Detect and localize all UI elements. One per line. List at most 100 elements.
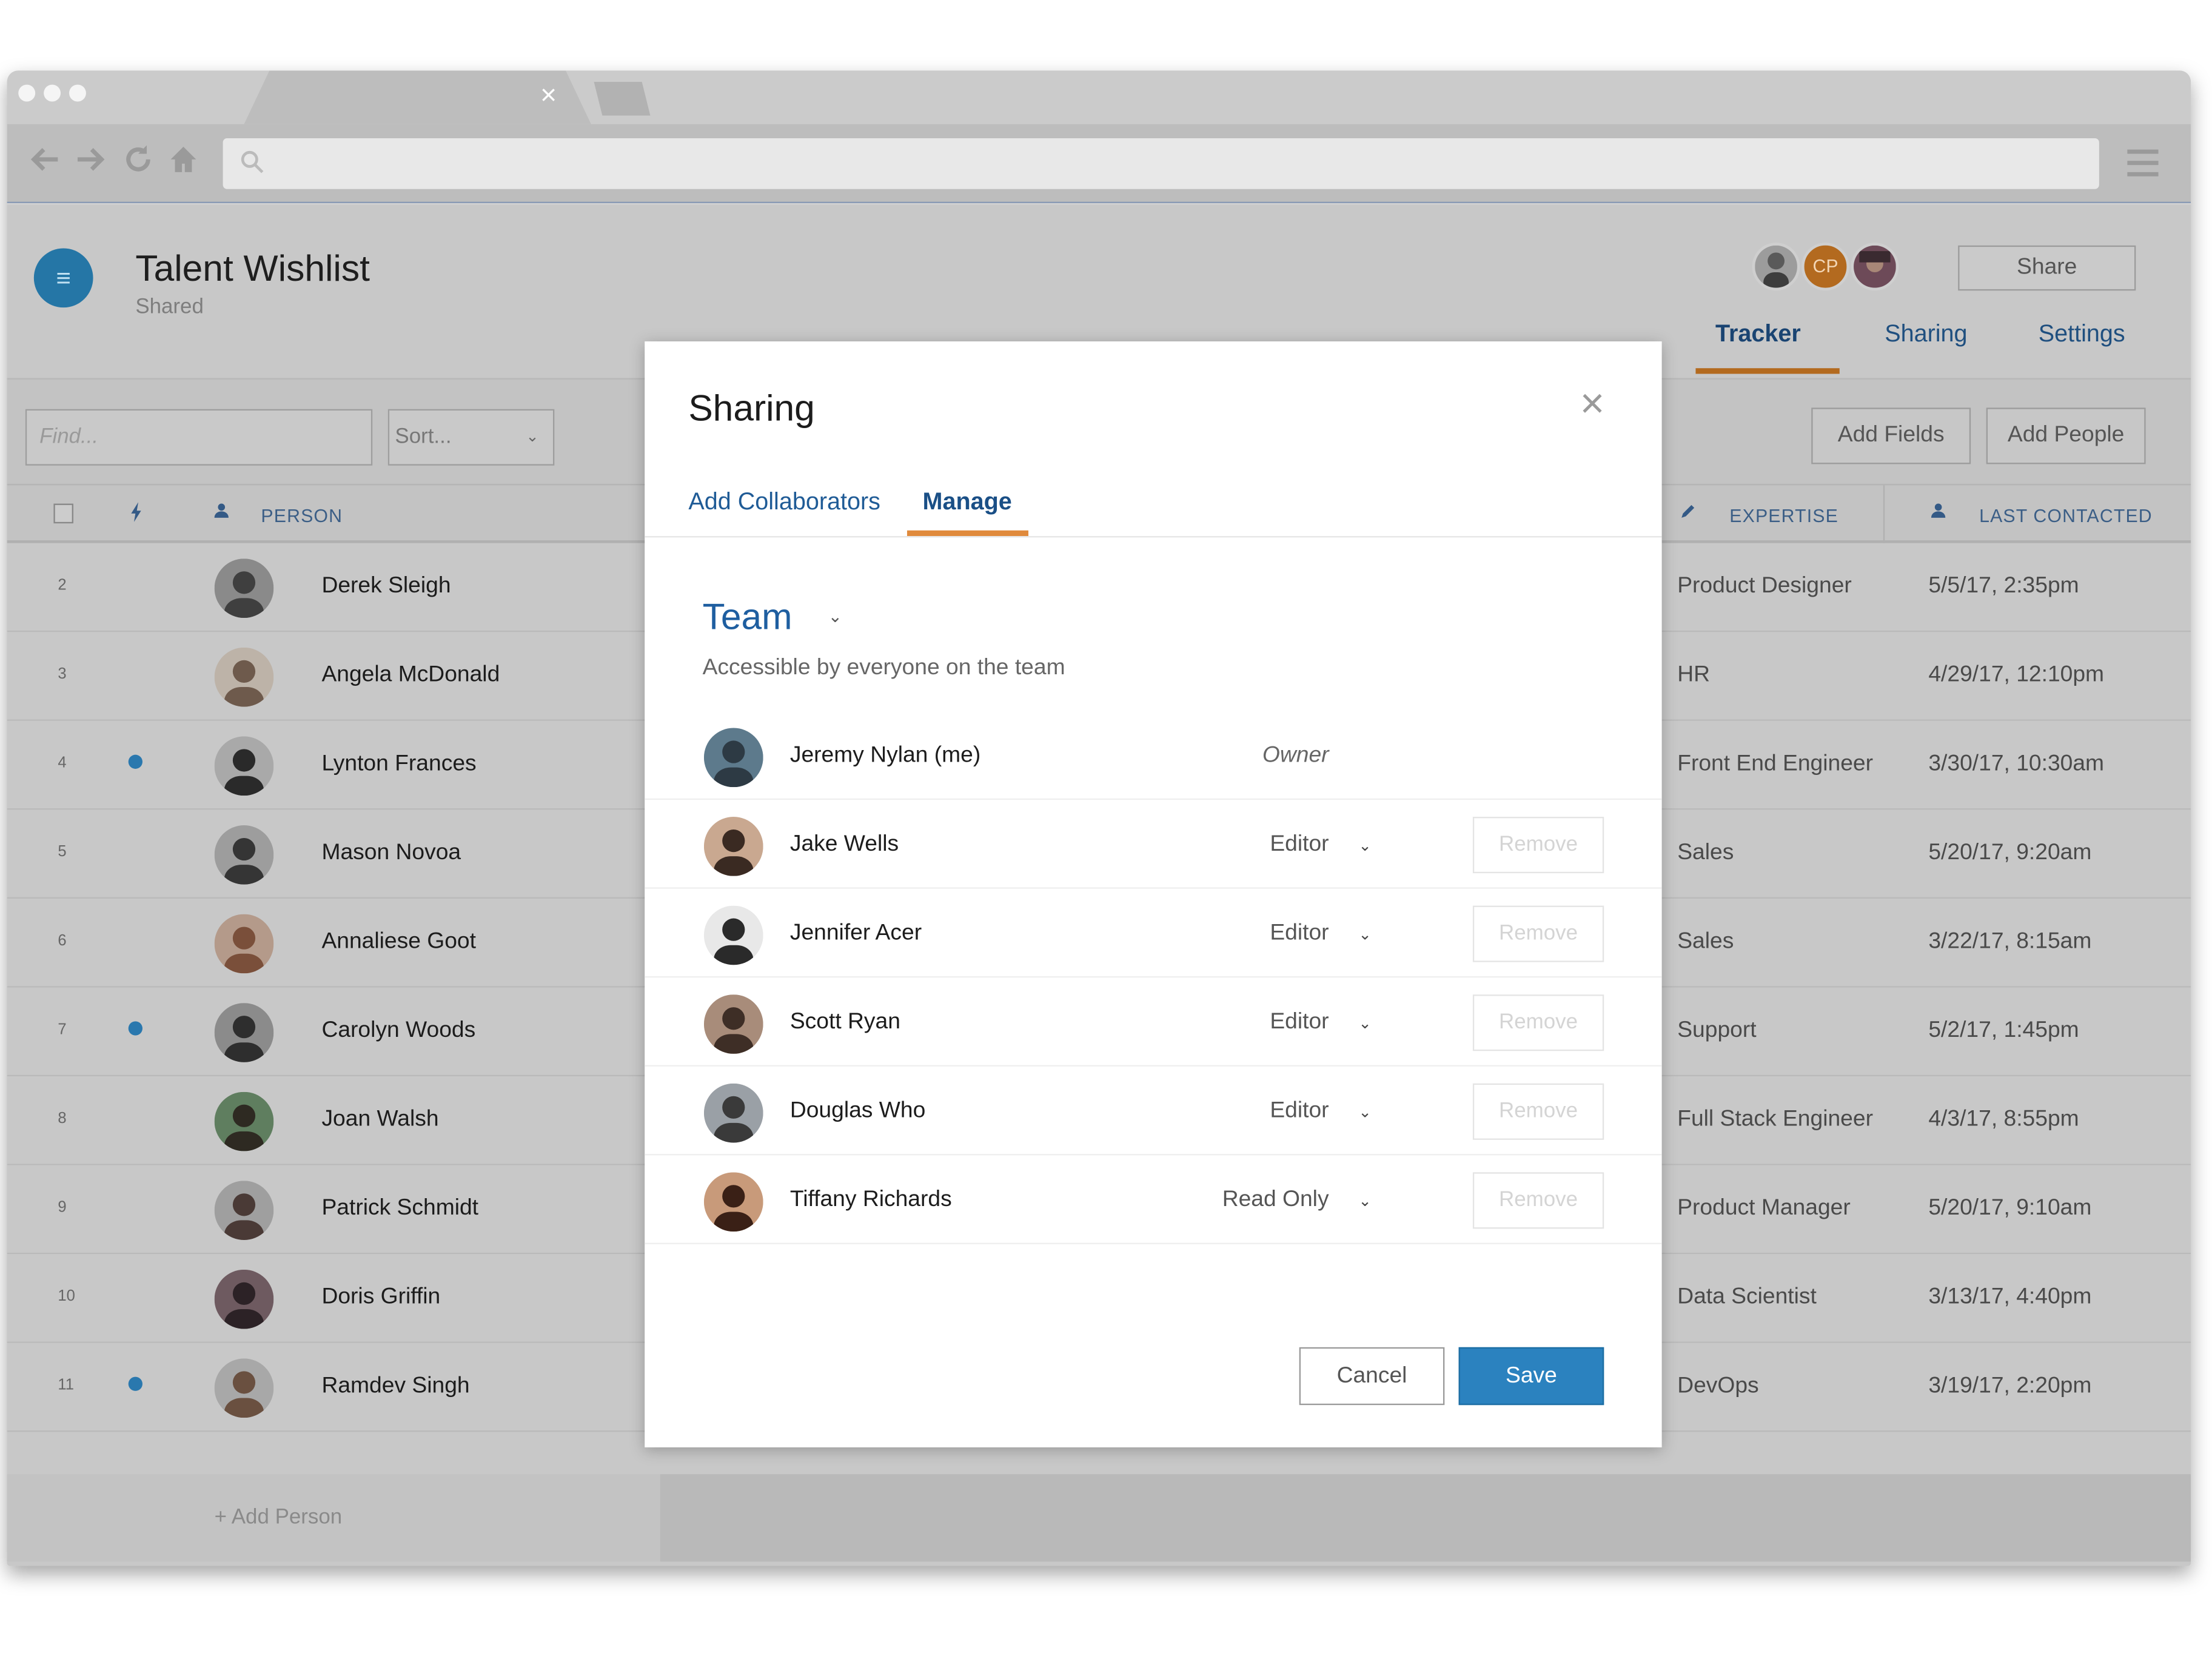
column-divider xyxy=(1883,485,1885,545)
window-maximize-dot[interactable] xyxy=(69,84,86,102)
close-icon[interactable]: × xyxy=(1580,383,1605,426)
member-row: Tiffany Richards Read Only ⌄ Remove xyxy=(645,1155,1662,1244)
active-tab-indicator xyxy=(907,530,1029,537)
member-name: Jake Wells xyxy=(789,832,899,857)
avatar xyxy=(214,647,274,707)
avatar xyxy=(214,736,274,796)
cancel-button[interactable]: Cancel xyxy=(1299,1347,1445,1406)
member-row: Douglas Who Editor ⌄ Remove xyxy=(645,1067,1662,1156)
avatar xyxy=(214,558,274,618)
expertise-cell: HR xyxy=(1677,663,1710,688)
expertise-cell: DevOps xyxy=(1677,1374,1759,1398)
role-select[interactable]: Read Only xyxy=(1167,1188,1329,1213)
add-fields-button[interactable]: Add Fields xyxy=(1811,407,1971,464)
window-close-dot[interactable] xyxy=(18,84,36,102)
last-contacted-cell: 3/22/17, 8:15am xyxy=(1928,930,2092,954)
avatar xyxy=(214,825,274,885)
chevron-down-icon[interactable]: ⌄ xyxy=(1358,925,1371,944)
team-selector[interactable]: Team xyxy=(703,595,793,639)
sharing-modal: Sharing × Add Collaborators Manage Team … xyxy=(645,341,1662,1447)
select-all-checkbox[interactable] xyxy=(53,503,73,524)
remove-button[interactable]: Remove xyxy=(1472,1083,1604,1140)
forward-arrow-icon[interactable] xyxy=(75,144,106,175)
tab-add-collaborators[interactable]: Add Collaborators xyxy=(688,488,880,517)
member-name: Scott Ryan xyxy=(789,1010,900,1034)
role-select[interactable]: Editor xyxy=(1167,1010,1329,1036)
person-name[interactable]: Ramdev Singh xyxy=(321,1374,469,1399)
chevron-down-icon: ⌄ xyxy=(526,429,539,446)
person-name[interactable]: Patrick Schmidt xyxy=(321,1196,478,1222)
remove-button[interactable]: Remove xyxy=(1472,994,1604,1051)
avatar xyxy=(703,1083,763,1143)
add-people-button[interactable]: Add People xyxy=(1986,407,2146,464)
window-minimize-dot[interactable] xyxy=(44,84,61,102)
sort-select[interactable]: Sort... ⌄ xyxy=(387,409,555,466)
add-person-link[interactable]: + Add Person xyxy=(215,1505,343,1529)
back-arrow-icon[interactable] xyxy=(30,144,61,175)
chevron-down-icon[interactable]: ⌄ xyxy=(1358,1192,1371,1210)
collaborator-avatar[interactable] xyxy=(1752,243,1800,291)
avatar xyxy=(703,1172,763,1232)
chevron-down-icon[interactable]: ⌄ xyxy=(1358,837,1371,855)
expertise-cell: Sales xyxy=(1677,840,1734,865)
last-contacted-cell: 5/20/17, 9:20am xyxy=(1928,840,2092,865)
home-icon[interactable] xyxy=(168,144,199,175)
member-role: Owner xyxy=(1262,743,1329,768)
person-name[interactable]: Derek Sleigh xyxy=(321,574,451,600)
search-icon xyxy=(240,150,266,175)
row-number: 9 xyxy=(58,1199,67,1216)
remove-button[interactable]: Remove xyxy=(1472,905,1604,962)
collaborator-avatar-initials[interactable]: CP xyxy=(1801,243,1850,291)
member-row: Jake Wells Editor ⌄ Remove xyxy=(645,800,1662,889)
avatar xyxy=(214,1181,274,1240)
add-person-row[interactable]: + Add Person xyxy=(7,1474,660,1562)
remove-button[interactable]: Remove xyxy=(1472,817,1604,874)
person-name[interactable]: Lynton Frances xyxy=(321,752,476,777)
remove-button[interactable]: Remove xyxy=(1472,1172,1604,1229)
column-last-contacted[interactable]: LAST CONTACTED xyxy=(1979,505,2153,526)
avatar xyxy=(703,728,763,788)
collaborator-avatar[interactable] xyxy=(1851,243,1899,291)
find-input[interactable]: Find... xyxy=(25,409,373,466)
last-contacted-cell: 3/13/17, 4:40pm xyxy=(1928,1285,2092,1309)
person-name[interactable]: Joan Walsh xyxy=(321,1107,438,1133)
avatar xyxy=(703,905,763,965)
tab-tracker[interactable]: Tracker xyxy=(1715,320,1801,349)
chevron-down-icon[interactable]: ⌄ xyxy=(1358,1014,1371,1033)
lightning-icon[interactable] xyxy=(130,502,144,522)
expertise-cell: Product Manager xyxy=(1677,1196,1851,1221)
sort-label: Sort... xyxy=(395,424,452,449)
tab-sharing[interactable]: Sharing xyxy=(1885,320,1967,349)
hamburger-menu-icon[interactable] xyxy=(2127,149,2159,178)
person-name[interactable]: Angela McDonald xyxy=(321,663,500,688)
role-select[interactable]: Editor xyxy=(1167,921,1329,947)
person-name[interactable]: Mason Novoa xyxy=(321,841,461,866)
team-description: Accessible by everyone on the team xyxy=(702,655,1065,680)
save-button[interactable]: Save xyxy=(1458,1347,1604,1406)
chevron-down-icon[interactable]: ⌄ xyxy=(828,606,842,626)
new-tab-button[interactable] xyxy=(594,81,651,116)
share-button[interactable]: Share xyxy=(1958,245,2136,291)
last-contacted-cell: 5/20/17, 9:10am xyxy=(1928,1196,2092,1221)
person-name[interactable]: Annaliese Goot xyxy=(321,930,476,955)
tab-settings[interactable]: Settings xyxy=(2039,320,2125,349)
address-bar[interactable] xyxy=(223,138,2099,189)
app-menu-button[interactable]: ≡ xyxy=(33,248,93,308)
tab-manage[interactable]: Manage xyxy=(923,488,1012,517)
browser-tab[interactable] xyxy=(244,70,591,124)
role-select[interactable]: Editor xyxy=(1167,833,1329,858)
column-person[interactable]: PERSON xyxy=(261,505,343,526)
member-name: Tiffany Richards xyxy=(789,1187,952,1212)
row-number: 8 xyxy=(58,1110,67,1127)
role-select[interactable]: Editor xyxy=(1167,1099,1329,1124)
reload-icon[interactable] xyxy=(122,144,153,175)
column-expertise[interactable]: EXPERTISE xyxy=(1729,505,1838,526)
chevron-down-icon[interactable]: ⌄ xyxy=(1358,1103,1371,1122)
person-icon xyxy=(213,502,230,519)
member-row: Jeremy Nylan (me) Owner xyxy=(645,711,1662,800)
row-number: 7 xyxy=(58,1021,67,1039)
member-name: Douglas Who xyxy=(789,1099,926,1123)
person-name[interactable]: Doris Griffin xyxy=(321,1285,440,1310)
tab-close-icon[interactable]: × xyxy=(540,82,557,110)
person-name[interactable]: Carolyn Woods xyxy=(321,1019,475,1044)
